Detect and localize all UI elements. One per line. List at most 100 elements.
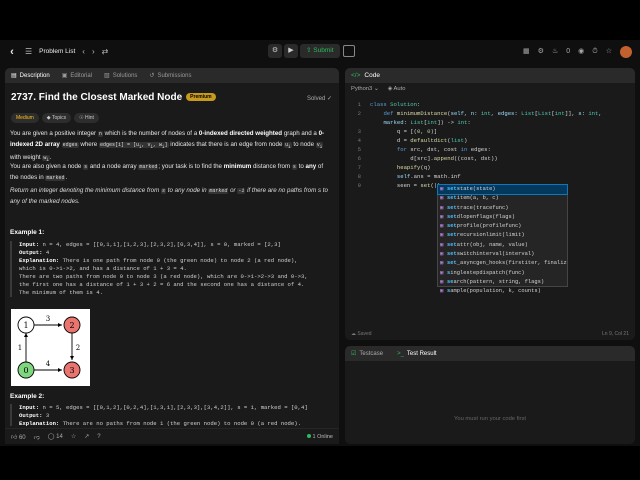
help-icon[interactable]: ? bbox=[97, 434, 100, 440]
method-icon: ▣ bbox=[440, 186, 444, 192]
history-icon: ↺ bbox=[149, 73, 155, 79]
code-options: Python3 ⌄ ◈ Auto bbox=[351, 86, 405, 92]
dislike-icon[interactable]: 👎︎ bbox=[34, 433, 40, 441]
graph-arrowhead bbox=[24, 333, 28, 337]
description-paragraph-2: You are also given a node s and a node a… bbox=[10, 163, 324, 181]
description-tabs: ▤ Description ▣ Editorial ▧ Solutions ↺ Subm… bbox=[5, 68, 339, 83]
graph-arrowhead bbox=[58, 323, 62, 327]
method-icon: ▣ bbox=[440, 269, 444, 276]
tab-editorial[interactable]: ▣ Editorial bbox=[62, 72, 92, 79]
line-number: 3 bbox=[357, 128, 361, 135]
example-1-heading: Example 1: bbox=[10, 229, 45, 236]
code-line: marked: List[int]) -> int: bbox=[383, 119, 471, 126]
topics-chip[interactable]: ◆ Topics bbox=[41, 113, 72, 123]
prev-problem-icon[interactable]: ‹ bbox=[82, 45, 85, 59]
difficulty-badge: Medium bbox=[11, 113, 39, 123]
autocomplete-item[interactable]: ▣ setstate(state) bbox=[437, 183, 568, 196]
hint-chip[interactable]: ☉ Hint bbox=[74, 113, 99, 123]
problem-list-icon[interactable]: ☰ bbox=[25, 45, 32, 59]
code-status-bar: ☁ Saved Ln 9, Col 21 bbox=[345, 328, 635, 340]
example-2-heading: Example 2: bbox=[10, 393, 45, 400]
code-title: Code bbox=[364, 72, 380, 79]
premium-badge[interactable]: Premium bbox=[186, 93, 216, 102]
autocomplete-item[interactable]: ▣ setdlopenflags(flags) bbox=[438, 213, 567, 222]
premium-icon[interactable]: ☆ bbox=[606, 45, 612, 59]
problem-chips: Medium ◆ Topics ☉ Hint bbox=[11, 113, 99, 123]
comments-button[interactable]: ◯ 14 bbox=[48, 433, 63, 440]
tab-test-result[interactable]: >_ Test Result bbox=[397, 351, 437, 357]
example-line: which is 0->1->2, and has a distance of … bbox=[19, 265, 187, 272]
example-line: Explanation: There is one path from node… bbox=[19, 257, 298, 264]
graph-arrowhead bbox=[70, 356, 74, 360]
notes-icon[interactable] bbox=[343, 45, 355, 57]
timer-icon[interactable]: ⏱ bbox=[592, 45, 597, 59]
method-icon: ▣ bbox=[440, 195, 444, 202]
example-2-block: Input: n = 5, edges = [[0,1,2],[0,2,4],[… bbox=[10, 404, 328, 426]
autocomplete-item[interactable]: ▣ setattr(obj, name, value) bbox=[438, 241, 567, 250]
code-line: heapify(q) bbox=[396, 164, 431, 171]
auto-toggle[interactable]: ◈ Auto bbox=[388, 86, 406, 92]
checkbox-icon: ☑ bbox=[351, 351, 357, 357]
language-select[interactable]: Python3 ⌄ bbox=[351, 86, 379, 92]
bookmark-icon[interactable]: ☆ bbox=[71, 433, 76, 440]
graph-arrowhead bbox=[58, 368, 62, 372]
line-number: 1 bbox=[357, 101, 361, 108]
like-button[interactable]: 👍︎ 60 bbox=[11, 433, 26, 441]
run-button[interactable]: ▶ bbox=[284, 44, 298, 58]
example-graph: 3 1 2 4 1 2 0 3 bbox=[11, 309, 90, 386]
settings-icon[interactable]: ⚙ bbox=[538, 45, 544, 59]
line-number: 6 bbox=[357, 155, 361, 162]
tab-description[interactable]: ▤ Description bbox=[11, 72, 50, 79]
method-icon: ▣ bbox=[440, 241, 444, 248]
next-problem-icon[interactable]: › bbox=[92, 45, 95, 59]
example-line: Input: n = 5, edges = [[0,1,2],[0,2,4],[… bbox=[19, 404, 308, 411]
code-line: self.ans = math.inf bbox=[396, 173, 461, 180]
share-icon[interactable]: ↗ bbox=[84, 433, 89, 440]
graph-edge-label: 2 bbox=[76, 344, 80, 352]
notifications-icon[interactable]: ◉ bbox=[578, 45, 584, 59]
cloud-icon: ☁ bbox=[351, 331, 356, 337]
lightbulb-icon: ☉ bbox=[79, 115, 84, 121]
leetcode-logo-icon[interactable]: ‹ bbox=[6, 45, 18, 59]
example-line: Input: n = 4, edges = [[0,1,1],[1,2,3],[… bbox=[19, 241, 281, 248]
code-line: seen = set(|) bbox=[370, 182, 441, 189]
example-line: Output: 4 bbox=[19, 249, 50, 256]
autocomplete-item[interactable]: ▣ settrace(tracefunc) bbox=[438, 204, 567, 213]
tab-solutions[interactable]: ▧ Solutions bbox=[104, 72, 137, 79]
description-paragraph-1: You are given a positive integer n which… bbox=[10, 130, 325, 163]
autocomplete-item[interactable]: ▣ setitem(a, b, c) bbox=[438, 194, 567, 203]
method-icon: ▣ bbox=[440, 251, 444, 258]
autocomplete-item[interactable]: ▣ setrecursionlimit(limit) bbox=[438, 231, 567, 240]
submit-button[interactable]: ⇧ Submit bbox=[300, 44, 340, 58]
test-tabs: ☑ Testcase >_ Test Result bbox=[345, 346, 635, 361]
app-window: ‹ ☰ Problem List ‹ › ⇄ ⚙ ▶ ⇧ Submit ▦ ⚙ … bbox=[0, 40, 640, 446]
code-line: def minimumDistance(self, n: int, edges:… bbox=[383, 110, 602, 117]
saved-status: Saved bbox=[357, 331, 372, 337]
autocomplete-item[interactable]: ▣ sample(population, k, counts) bbox=[438, 287, 567, 296]
problem-list-link[interactable]: Problem List bbox=[39, 45, 75, 59]
autocomplete-item[interactable]: ▣ setswitchinterval(interval) bbox=[438, 250, 567, 259]
example-1-block: Input: n = 4, edges = [[0,1,1],[1,2,3],[… bbox=[10, 241, 328, 297]
graph-node-label: 3 bbox=[69, 366, 74, 375]
fire-icon[interactable]: ♨ bbox=[552, 45, 558, 59]
avatar[interactable] bbox=[620, 46, 632, 58]
example-line: Explanation: There are no paths from nod… bbox=[19, 420, 301, 426]
layout-icon[interactable]: ▦ bbox=[523, 45, 530, 59]
autocomplete-item[interactable]: ▣ search(pattern, string, flags) bbox=[438, 278, 567, 287]
autocomplete-item[interactable]: ▣ singlestepdispatch(func) bbox=[438, 269, 567, 278]
autocomplete-item[interactable]: ▣ setprofile(profilefunc) bbox=[438, 222, 567, 231]
shuffle-icon[interactable]: ⇄ bbox=[102, 45, 109, 59]
code-line: class Solution: bbox=[370, 101, 421, 108]
autocomplete-item[interactable]: ▣ set_asyncgen_hooks(firstiter, finalizer… bbox=[438, 259, 567, 268]
line-number: 7 bbox=[357, 164, 361, 171]
tab-testcase[interactable]: ☑ Testcase bbox=[351, 350, 383, 357]
line-number: 5 bbox=[357, 146, 361, 153]
code-header: </> Code bbox=[345, 68, 635, 83]
line-number: 8 bbox=[357, 173, 361, 180]
example-line: the first one has a distance of 1 + 3 + … bbox=[19, 281, 305, 288]
debug-icon[interactable]: ⚙ bbox=[268, 44, 282, 58]
method-icon: ▣ bbox=[440, 213, 444, 220]
tab-submissions[interactable]: ↺ Submissions bbox=[149, 72, 191, 79]
code-icon: </> bbox=[351, 72, 361, 79]
method-icon: ▣ bbox=[440, 232, 444, 239]
